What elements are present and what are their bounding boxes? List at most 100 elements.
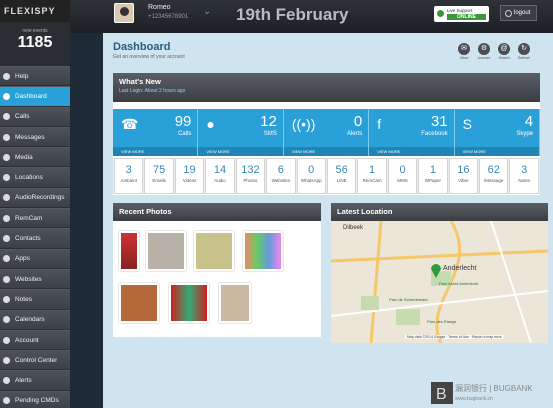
tile-count: 12 bbox=[260, 113, 277, 130]
toolbar-refresh-button[interactable]: ↻ Refresh bbox=[515, 43, 533, 60]
logout-button[interactable]: logout bbox=[500, 5, 537, 21]
sidebar-item-label: RemCam bbox=[15, 214, 43, 222]
phone-icon: ☎ bbox=[121, 116, 139, 132]
sidebar-item-media[interactable]: Media bbox=[0, 147, 70, 168]
media-icon bbox=[3, 153, 10, 161]
pending-icon bbox=[3, 397, 10, 405]
sidebar-item-control-center[interactable]: Control Center bbox=[0, 350, 70, 371]
photo-thumb[interactable] bbox=[169, 283, 209, 323]
photo-thumb[interactable] bbox=[194, 231, 234, 271]
toolbar-label: Search bbox=[498, 56, 510, 60]
tile-label: Facebook bbox=[421, 131, 448, 137]
map-report-link[interactable]: Report a map error bbox=[472, 335, 502, 339]
top-bar: Romeo +12345678901 ⌄ 19th February Live … bbox=[70, 0, 553, 33]
sidebar-item-calendars[interactable]: Calendars bbox=[0, 309, 70, 330]
count-mms[interactable]: 0 MMS bbox=[387, 158, 418, 194]
tile-sms[interactable]: ● 12 SMS VIEW MORE bbox=[198, 109, 284, 156]
toolbar-label: Refresh bbox=[517, 56, 531, 60]
count-websites[interactable]: 6 Websites bbox=[266, 158, 296, 194]
view-more-link[interactable]: VIEW MORE bbox=[283, 147, 369, 156]
support-icon bbox=[437, 10, 444, 17]
sidebar-item-websites[interactable]: Websites bbox=[0, 268, 70, 290]
sidebar-item-label: Control Center bbox=[15, 356, 58, 364]
avatar[interactable] bbox=[114, 3, 134, 23]
sidebar-item-pending-cmds[interactable]: Pending CMDs bbox=[0, 390, 70, 408]
sidebar-item-locations[interactable]: Locations bbox=[0, 167, 70, 188]
sidebar-item-apps[interactable]: Apps bbox=[0, 248, 70, 269]
sidebar-item-audiorecordings[interactable]: AudioRecordings bbox=[0, 187, 70, 209]
count-videos[interactable]: 19 Videos bbox=[174, 158, 205, 194]
live-support-label: Live Support bbox=[447, 8, 473, 13]
count-value: 75 bbox=[153, 164, 166, 176]
view-more-link[interactable]: VIEW MORE bbox=[113, 147, 198, 156]
count-label: Ambient bbox=[120, 178, 137, 183]
tile-alerts[interactable]: ((•)) 0 Alerts VIEW MORE bbox=[283, 109, 370, 156]
sidebar-item-calls[interactable]: Calls bbox=[0, 106, 70, 127]
sidebar-item-label: Dashboard bbox=[15, 92, 47, 100]
info-icon bbox=[3, 72, 10, 80]
link-icon bbox=[3, 275, 10, 283]
sidebar-item-messages[interactable]: Messages bbox=[0, 126, 70, 148]
photo-thumb[interactable] bbox=[119, 231, 139, 271]
count-whatsapp[interactable]: 0 WhatsApp bbox=[296, 158, 326, 194]
count-emails[interactable]: 75 Emails bbox=[144, 158, 174, 194]
photo-thumb[interactable] bbox=[219, 283, 251, 323]
map-data-credit: Map data ©2014 Google bbox=[407, 335, 446, 339]
chevron-down-icon[interactable]: ⌄ bbox=[203, 6, 211, 17]
mail-icon: ✉ bbox=[458, 43, 470, 55]
count-photos[interactable]: 132 Photos bbox=[235, 158, 266, 194]
tile-skype[interactable]: S 4 Skype VIEW MORE bbox=[454, 109, 541, 156]
sidebar: FLEXISPY new events 1185 Help Dashboard Ca… bbox=[0, 0, 70, 408]
count-value: 132 bbox=[241, 164, 260, 176]
page-title: Dashboard bbox=[113, 41, 171, 53]
count-viber[interactable]: 16 Viber bbox=[448, 158, 479, 194]
count-line[interactable]: 56 LINE bbox=[326, 158, 357, 194]
sidebar-item-alerts[interactable]: Alerts bbox=[0, 370, 70, 391]
sidebar-item-dashboard[interactable]: Dashboard bbox=[0, 86, 70, 107]
photo-thumb[interactable] bbox=[243, 231, 283, 271]
view-more-link[interactable]: VIEW MORE bbox=[369, 147, 454, 156]
count-remcam[interactable]: 1 RemCam bbox=[357, 158, 387, 194]
watermark: B 漏洞银行 | BUGBANK www.bugbank.cn bbox=[427, 378, 553, 408]
view-more-link[interactable]: VIEW MORE bbox=[198, 147, 283, 156]
tile-facebook[interactable]: f 31 Facebook VIEW MORE bbox=[369, 109, 455, 156]
tile-calls[interactable]: ☎ 99 Calls VIEW MORE bbox=[113, 109, 199, 156]
sidebar-item-notes[interactable]: Notes bbox=[0, 289, 70, 310]
map-terms-link[interactable]: Terms of Use bbox=[448, 335, 469, 339]
live-support-button[interactable]: Live Support ONLINE bbox=[434, 6, 489, 22]
count-ambient[interactable]: 3 Ambient bbox=[114, 158, 144, 194]
count-value: 1 bbox=[369, 164, 376, 176]
photo-thumb[interactable] bbox=[146, 231, 186, 271]
count-label: WPaper bbox=[424, 178, 442, 183]
events-count: 1185 bbox=[17, 34, 53, 51]
camera-icon bbox=[3, 214, 10, 222]
count-value: 14 bbox=[213, 164, 227, 176]
count-imessage[interactable]: 62 iMessage bbox=[479, 158, 509, 194]
sidebar-item-account[interactable]: Account bbox=[0, 329, 70, 351]
view-more-link[interactable]: VIEW MORE bbox=[454, 147, 540, 156]
count-wpaper[interactable]: 1 WPaper bbox=[418, 158, 448, 194]
whats-new-panel: What's New Last Login: About 2 hours ago… bbox=[113, 73, 541, 195]
sidebar-item-label: Media bbox=[15, 153, 33, 161]
sidebar-item-label: Help bbox=[15, 72, 29, 80]
sidebar-item-label: Apps bbox=[15, 255, 30, 263]
count-label: Photos bbox=[243, 178, 258, 183]
sidebar-item-remcam[interactable]: RemCam bbox=[0, 208, 70, 229]
photo-thumb[interactable] bbox=[119, 283, 159, 323]
toolbar-account-button[interactable]: ⚙ Account bbox=[475, 43, 493, 60]
apps-icon bbox=[3, 255, 10, 263]
toolbar-label: Account bbox=[477, 56, 491, 60]
toolbar-inbox-button[interactable]: ✉ Inbox bbox=[455, 43, 473, 60]
sidebar-item-contacts[interactable]: Contacts bbox=[0, 228, 70, 249]
sidebar-item-help[interactable]: Help bbox=[0, 66, 70, 87]
last-login: Last Login: About 2 hours ago bbox=[119, 88, 186, 94]
toolbar-search-button[interactable]: @ Search bbox=[495, 43, 513, 60]
latest-location-panel: Latest Location Dilbeek Anderlecht Parc … bbox=[331, 203, 548, 343]
tile-count: 31 bbox=[430, 113, 448, 130]
map-label-scherdemael: Parc de Scherdemael bbox=[389, 297, 428, 302]
count-audio[interactable]: 14 Audio bbox=[205, 158, 235, 194]
location-map[interactable]: Dilbeek Anderlecht Parc Astrid Anderlech… bbox=[331, 221, 548, 343]
calendar-icon bbox=[3, 316, 10, 324]
count-notes[interactable]: 3 Notes bbox=[509, 158, 539, 194]
map-label-anderlecht: Anderlecht bbox=[443, 265, 477, 272]
